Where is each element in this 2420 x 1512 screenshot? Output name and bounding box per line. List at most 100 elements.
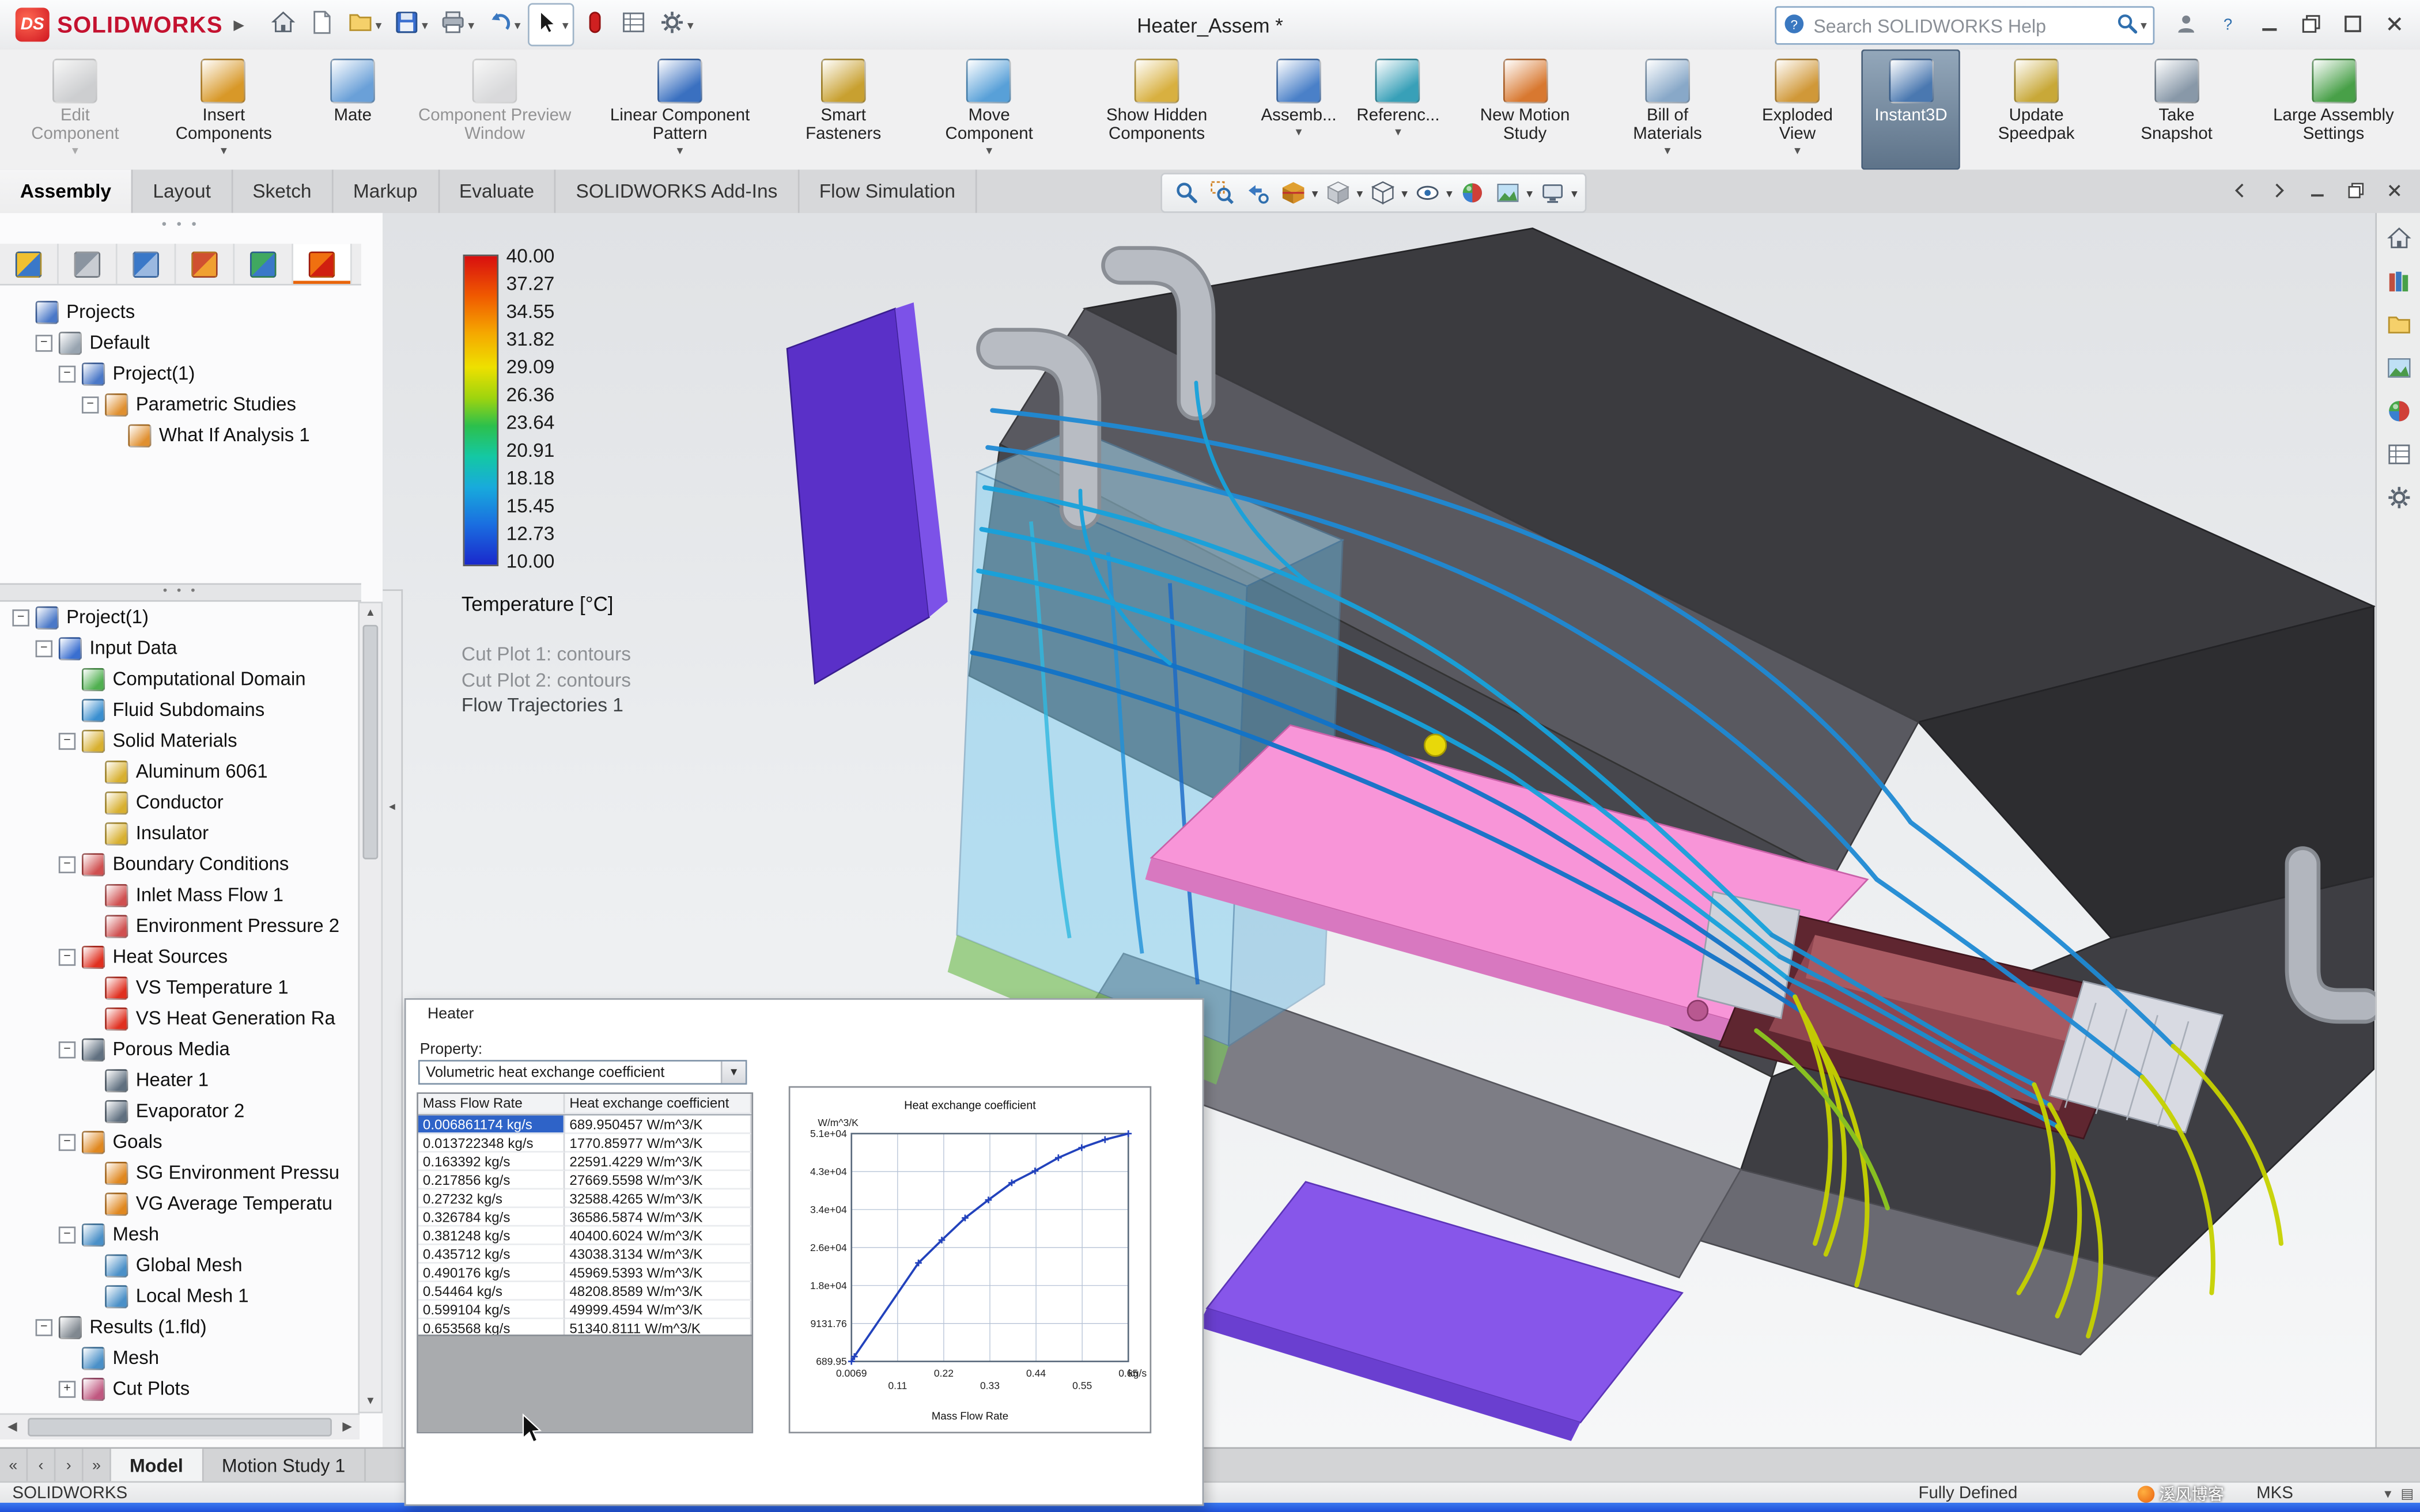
tree-item-results-1-fld[interactable]: − Results (1.fld) [9, 1312, 358, 1343]
tree-item-project-1[interactable]: − Project(1) [9, 358, 358, 389]
tree-item-insulator[interactable]: Insulator [9, 818, 358, 849]
ribbon-referenc-button[interactable]: Referenc... ▾ [1348, 50, 1449, 170]
ribbon-mate-button[interactable]: Mate [304, 50, 402, 170]
appearances-icon[interactable] [2380, 392, 2417, 429]
bottom-tab-model[interactable]: Model [111, 1449, 203, 1483]
expander-icon[interactable]: − [58, 1040, 76, 1058]
tab-assembly[interactable]: Assembly [0, 169, 133, 213]
ribbon-instant3d-button[interactable]: Instant3D [1861, 49, 1961, 170]
tree-item-computational-domain[interactable]: Computational Domain [9, 664, 358, 695]
tree-item-vg-average-temperatu[interactable]: VG Average Temperatu [9, 1188, 358, 1219]
display-style-icon[interactable] [1366, 177, 1398, 209]
view-orientation-icon[interactable] [1321, 177, 1353, 209]
scroll-thumb[interactable] [28, 1418, 332, 1437]
ribbon-smart-fasteners-button[interactable]: Smart Fasteners [773, 50, 914, 170]
restore-button[interactable] [2292, 5, 2331, 43]
dropdown-caret-icon[interactable]: ▾ [1571, 186, 1578, 200]
panel-grip[interactable]: • • • [0, 216, 361, 232]
tree-item-inlet-mass-flow-1[interactable]: Inlet Mass Flow 1 [9, 880, 358, 911]
dropdown-caret-icon[interactable]: ▾ [986, 143, 992, 157]
tree-item-project-1[interactable]: − Project(1) [9, 602, 358, 633]
ribbon-edit-component-button[interactable]: Edit Component ▾ [6, 50, 144, 170]
ribbon-exploded-view-button[interactable]: Exploded View ▾ [1733, 50, 1862, 170]
status-caret-icon[interactable]: ▾ [2384, 1485, 2391, 1502]
expander-icon[interactable]: − [58, 948, 76, 965]
view-settings-icon[interactable] [1536, 177, 1568, 209]
tree-item-environment-pressure-2[interactable]: Environment Pressure 2 [9, 910, 358, 941]
table-row[interactable]: 0.163392 kg/s 22591.4229 W/m^3/K [418, 1152, 752, 1172]
close-button[interactable] [2375, 5, 2414, 43]
ribbon-show-hidden-components-button[interactable]: Show Hidden Components [1064, 50, 1249, 170]
coefficient-cell[interactable]: 49999.4594 W/m^3/K [565, 1301, 752, 1320]
ribbon-insert-components-button[interactable]: Insert Components ▾ [144, 50, 303, 170]
coefficient-cell[interactable]: 1770.85977 W/m^3/K [565, 1134, 752, 1153]
coefficient-cell[interactable]: 22591.4229 W/m^3/K [565, 1152, 752, 1172]
tree-item-heater-1[interactable]: Heater 1 [9, 1064, 358, 1096]
expander-icon[interactable]: − [58, 1226, 76, 1243]
expander-icon[interactable]: − [12, 608, 29, 626]
dropdown-caret-icon[interactable]: ▾ [1526, 186, 1533, 200]
table-row[interactable]: 0.435712 kg/s 43038.3134 W/m^3/K [418, 1245, 752, 1264]
view-palette-icon[interactable] [2380, 348, 2417, 385]
expander-icon[interactable]: − [35, 639, 53, 657]
dropdown-caret-icon[interactable]: ▾ [1357, 186, 1363, 200]
tree-item-sg-environment-pressu[interactable]: SG Environment Pressu [9, 1157, 358, 1188]
tab-evaluate[interactable]: Evaluate [439, 169, 556, 213]
dropdown-caret-icon[interactable]: ▾ [468, 18, 474, 32]
mass-flow-cell[interactable]: 0.435712 kg/s [418, 1245, 565, 1264]
property-dropdown[interactable]: Volumetric heat exchange coefficient ▼ [418, 1060, 747, 1085]
tree-item-global-mesh[interactable]: Global Mesh [9, 1250, 358, 1281]
heater-table[interactable]: Mass Flow Rate Heat exchange coefficient 0… [417, 1092, 754, 1434]
expander-icon[interactable]: − [81, 396, 99, 413]
resources-icon[interactable] [2380, 478, 2417, 515]
home-icon[interactable] [266, 5, 301, 45]
displaymanager-tab[interactable] [235, 244, 293, 284]
doc-close-button[interactable] [2377, 175, 2411, 206]
coefficient-cell[interactable]: 32588.4265 W/m^3/K [565, 1189, 752, 1208]
tree-item-mesh[interactable]: − Mesh [9, 1219, 358, 1250]
ribbon-take-snapshot-button[interactable]: Take Snapshot [2112, 50, 2241, 170]
tree-item-evaporator-2[interactable]: Evaporator 2 [9, 1096, 358, 1127]
custom-properties-icon[interactable] [2380, 435, 2417, 472]
mass-flow-cell[interactable]: 0.599104 kg/s [418, 1301, 565, 1320]
search-caret-icon[interactable]: ▾ [2141, 18, 2147, 32]
tree-item-local-mesh-1[interactable]: Local Mesh 1 [9, 1280, 358, 1312]
search-icon[interactable] [2116, 12, 2139, 39]
dropdown-caret-icon[interactable]: ▾ [562, 18, 569, 32]
dropdown-caret-icon[interactable]: ▾ [1312, 186, 1318, 200]
dropdown-caret-icon[interactable]: ▾ [72, 143, 78, 157]
tree-item-goals[interactable]: − Goals [9, 1126, 358, 1157]
ribbon-move-component-button[interactable]: Move Component ▾ [914, 50, 1064, 170]
dropdown-caret-icon[interactable]: ▾ [422, 18, 428, 32]
tree-item-parametric-studies[interactable]: − Parametric Studies [9, 389, 358, 420]
dropdown-caret-icon[interactable]: ▾ [1296, 125, 1302, 139]
save-icon[interactable]: ▾ [390, 5, 433, 45]
coefficient-cell[interactable]: 27669.5598 W/m^3/K [565, 1171, 752, 1190]
expander-icon[interactable]: − [58, 855, 76, 873]
doc-minimize-button[interactable] [2300, 175, 2334, 206]
zoom-area-icon[interactable] [1205, 177, 1238, 209]
scroll-right-icon[interactable]: ▶ [335, 1415, 360, 1439]
tree-item-input-data[interactable]: − Input Data [9, 632, 358, 664]
design-library-icon[interactable] [2380, 262, 2417, 299]
undo-icon[interactable]: ▾ [482, 5, 525, 45]
design-table-icon[interactable] [617, 5, 652, 45]
previous-window-button[interactable] [2222, 175, 2256, 206]
status-pane-icon[interactable]: ▤ [2400, 1485, 2414, 1502]
panel-splitter[interactable]: • • • [0, 583, 361, 602]
print-icon[interactable]: ▾ [436, 5, 479, 45]
table-row[interactable]: 0.599104 kg/s 49999.4594 W/m^3/K [418, 1301, 752, 1320]
ribbon-new-motion-study-button[interactable]: New Motion Study [1448, 50, 1602, 170]
search-input[interactable]: Search SOLIDWORKS Help [1806, 14, 2116, 36]
dropdown-caret-icon[interactable]: ▾ [515, 18, 521, 32]
tree-item-fluid-subdomains[interactable]: Fluid Subdomains [9, 694, 358, 725]
units-indicator[interactable]: MKS [2256, 1484, 2293, 1503]
tree-item-boundary-conditions[interactable]: − Boundary Conditions [9, 848, 358, 880]
table-row[interactable]: 0.54464 kg/s 48208.8589 W/m^3/K [418, 1282, 752, 1301]
panel-resize-splitter[interactable]: ◂ [383, 589, 403, 1447]
next-window-button[interactable] [2261, 175, 2295, 206]
hide-show-items-icon[interactable] [1411, 177, 1443, 209]
dropdown-caret-icon[interactable]: ▾ [1446, 186, 1453, 200]
edit-appearance-icon[interactable] [1455, 177, 1488, 209]
motion-vcr-button-2[interactable]: › [55, 1449, 84, 1483]
